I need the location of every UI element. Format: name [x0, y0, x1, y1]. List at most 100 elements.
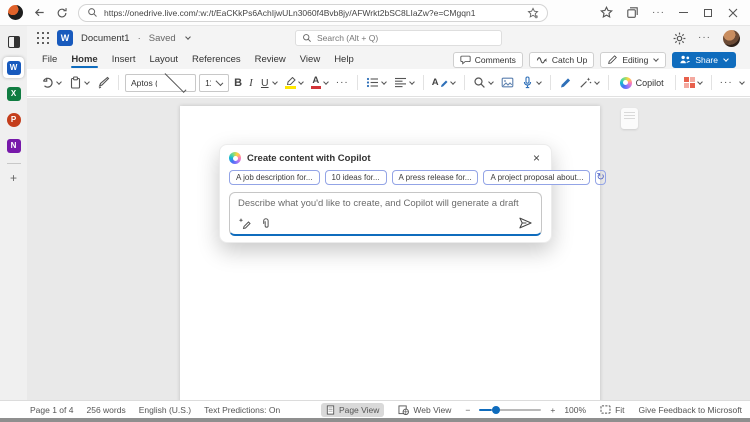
favorites-star-icon[interactable] — [600, 6, 613, 19]
font-size-value: 11 — [205, 77, 211, 88]
document-title[interactable]: Document1 — [81, 33, 130, 44]
user-avatar[interactable] — [723, 29, 740, 47]
zoom-slider[interactable] — [479, 405, 542, 414]
more-font-options-icon[interactable]: ··· — [334, 76, 351, 90]
copilot-button[interactable]: Copilot — [615, 75, 669, 91]
bookmark-star-icon[interactable] — [527, 6, 539, 19]
window-controls — [679, 8, 742, 18]
highlight-button[interactable] — [283, 75, 306, 91]
menu-item-file[interactable]: File — [35, 50, 64, 69]
autoformat-button[interactable] — [577, 74, 602, 91]
collapsed-comment-card[interactable] — [621, 108, 638, 129]
rewrite-sparkle-icon[interactable] — [238, 217, 251, 230]
fit-button[interactable]: Fit — [595, 403, 629, 417]
rail-item-onenote[interactable]: N — [3, 135, 24, 156]
close-icon[interactable]: × — [531, 152, 542, 164]
web-view-icon — [398, 404, 410, 415]
header-more-icon[interactable]: ··· — [698, 33, 711, 43]
page-indicator[interactable]: Page 1 of 4 — [30, 405, 73, 415]
zoom-level[interactable]: 100% — [564, 405, 586, 415]
address-bar[interactable]: https://onedrive.live.com/:w:/t/EaCKkPs6… — [78, 3, 548, 22]
browser-profile-avatar[interactable] — [8, 5, 23, 20]
rail-item-word[interactable]: W — [3, 57, 24, 78]
suggestion-project-proposal[interactable]: A project proposal about... — [483, 170, 591, 185]
collections-icon[interactable] — [626, 6, 639, 19]
ribbon-divider — [607, 75, 609, 90]
app-rail: W X P N + — [0, 26, 27, 400]
format-painter-button[interactable] — [95, 74, 112, 91]
designer-button[interactable] — [499, 74, 516, 91]
font-size-select[interactable]: 11 — [199, 73, 230, 92]
onenote-icon: N — [6, 138, 21, 153]
bold-button[interactable]: B — [232, 75, 244, 91]
reload-icon[interactable] — [56, 7, 68, 19]
send-icon[interactable] — [518, 216, 533, 230]
menu-item-view[interactable]: View — [293, 50, 327, 69]
share-button[interactable]: Share — [672, 51, 736, 68]
align-chevron-icon — [408, 78, 415, 85]
highlight-chevron-icon — [297, 78, 304, 85]
addins-icon — [683, 77, 695, 88]
menu-item-references[interactable]: References — [185, 50, 248, 69]
menu-item-layout[interactable]: Layout — [142, 50, 185, 69]
rail-item-powerpoint[interactable]: P — [3, 109, 24, 130]
zoom-in-icon[interactable]: + — [550, 405, 555, 415]
addins-button[interactable] — [682, 75, 705, 90]
font-name-select[interactable]: Aptos (Body) — [125, 70, 197, 93]
align-button[interactable] — [392, 74, 417, 91]
zoom-slider-knob[interactable] — [491, 405, 500, 414]
browser-tab-icon[interactable] — [3, 31, 24, 52]
styles-button[interactable]: A — [430, 76, 458, 90]
back-icon[interactable] — [33, 6, 46, 19]
save-status-chevron-icon[interactable] — [184, 34, 191, 40]
editor-button[interactable] — [557, 74, 574, 91]
feedback-link[interactable]: Give Feedback to Microsoft — [639, 405, 742, 415]
search-input[interactable] — [317, 33, 495, 43]
menu-item-help[interactable]: Help — [327, 50, 361, 69]
zoom-out-icon[interactable]: − — [465, 405, 470, 415]
copilot-prompt-box[interactable] — [229, 192, 542, 236]
undo-button[interactable] — [39, 74, 64, 91]
copilot-prompt-input[interactable] — [238, 198, 533, 209]
italic-button[interactable]: I — [247, 75, 255, 91]
dictate-button[interactable] — [519, 74, 544, 91]
search-box[interactable] — [295, 30, 502, 46]
word-logo-icon[interactable]: W — [57, 30, 73, 46]
save-status[interactable]: Saved — [149, 33, 176, 44]
minimize-icon[interactable] — [679, 11, 688, 14]
find-button[interactable] — [471, 74, 496, 91]
suggestion-press-release[interactable]: A press release for... — [391, 170, 479, 185]
add-app-icon[interactable]: + — [10, 171, 17, 185]
menu-item-home[interactable]: Home — [64, 50, 104, 69]
catch-up-button[interactable]: Catch Up — [528, 51, 595, 68]
close-window-icon[interactable] — [728, 8, 738, 18]
ribbon-divider — [356, 75, 358, 90]
menu-item-review[interactable]: Review — [248, 50, 293, 69]
refresh-suggestions-icon[interactable]: ↻ — [595, 170, 606, 185]
language-indicator[interactable]: English (U.S.) — [139, 405, 191, 415]
word-count[interactable]: 256 words — [86, 405, 125, 415]
paste-button[interactable] — [67, 74, 92, 91]
align-icon — [394, 77, 406, 88]
maximize-icon[interactable] — [704, 8, 712, 17]
font-color-button[interactable]: A — [309, 74, 331, 91]
app-launcher-icon[interactable] — [37, 32, 49, 44]
url-text[interactable]: https://onedrive.live.com/:w:/t/EaCKkPs6… — [104, 8, 521, 18]
editing-mode-button[interactable]: Editing — [600, 51, 667, 68]
suggestion-ideas[interactable]: 10 ideas for... — [324, 170, 387, 185]
comments-label: Comments — [474, 54, 516, 65]
web-view-button[interactable]: Web View — [393, 403, 456, 417]
browser-menu-icon[interactable]: ··· — [652, 7, 665, 18]
settings-gear-icon[interactable] — [673, 32, 686, 45]
comments-button[interactable]: Comments — [452, 51, 523, 68]
ribbon-collapse-button[interactable] — [738, 78, 750, 85]
underline-button[interactable]: U — [258, 75, 280, 91]
bullet-list-button[interactable] — [364, 74, 389, 91]
suggestion-job-description[interactable]: A job description for... — [229, 170, 320, 185]
ribbon-overflow-icon[interactable]: ··· — [718, 76, 735, 90]
page-view-button[interactable]: Page View — [320, 402, 385, 417]
attach-paperclip-icon[interactable] — [260, 217, 272, 230]
menu-item-insert[interactable]: Insert — [105, 50, 143, 69]
text-predictions-toggle[interactable]: Text Predictions: On — [204, 405, 280, 415]
rail-item-excel[interactable]: X — [3, 83, 24, 104]
